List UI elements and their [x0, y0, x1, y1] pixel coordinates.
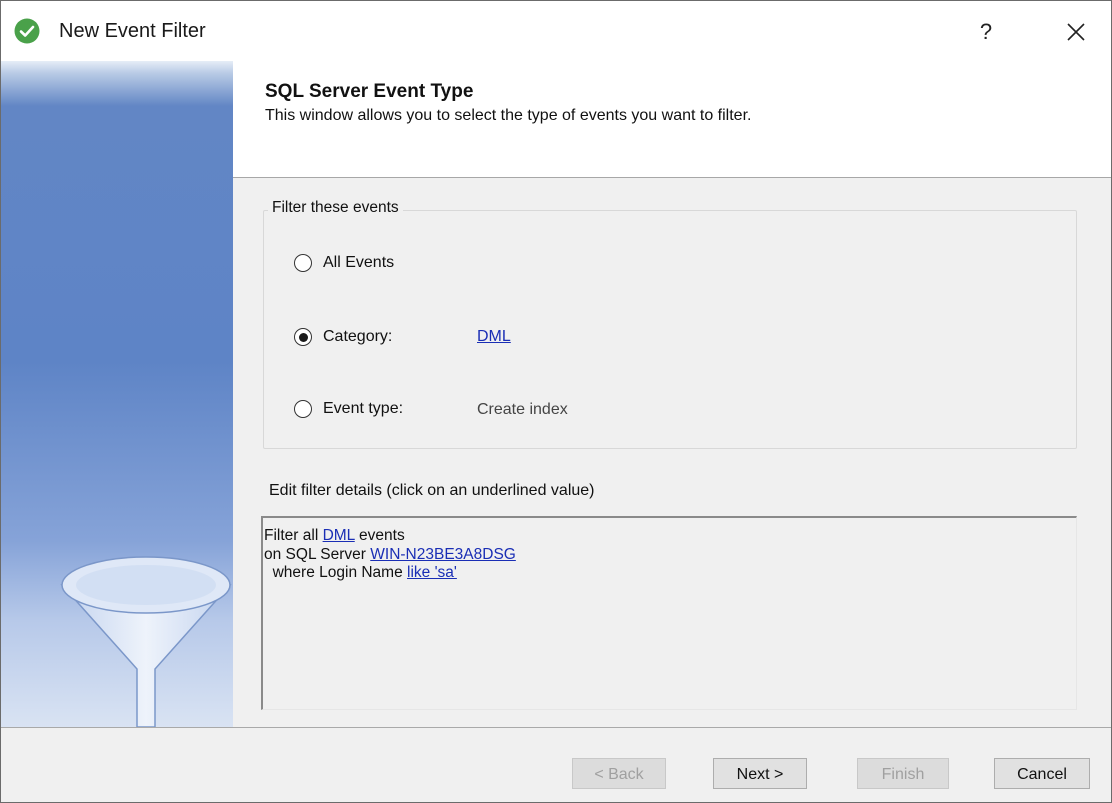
next-button[interactable]: Next >: [713, 758, 807, 789]
details-line-1: Filter all DML events: [264, 527, 1076, 546]
details-text: where Login Name: [264, 564, 408, 581]
page-title: SQL Server Event Type: [265, 81, 474, 102]
check-circle-icon: [14, 18, 40, 44]
radio-all-events[interactable]: All Events: [294, 251, 394, 275]
radio-label-all-events: All Events: [323, 254, 395, 271]
filter-details-box: Filter all DML events on SQL Server WIN-…: [261, 516, 1077, 710]
cancel-button[interactable]: Cancel: [994, 758, 1090, 789]
help-button[interactable]: ?: [969, 15, 1003, 49]
event-type-value: Create index: [477, 401, 568, 418]
radio-event-type[interactable]: Event type:: [294, 397, 403, 421]
close-icon[interactable]: [1059, 15, 1093, 49]
radio-label-event-type: Event type:: [323, 400, 404, 417]
radio-category[interactable]: Category:: [294, 325, 392, 349]
new-event-filter-dialog: New Event Filter ? SQL Server Event Type…: [0, 0, 1112, 803]
radio-button[interactable]: [294, 254, 312, 272]
login-name-link[interactable]: like 'sa': [407, 564, 457, 581]
category-value-link[interactable]: DML: [477, 328, 511, 346]
wizard-banner: [1, 61, 233, 727]
server-link[interactable]: WIN-N23BE3A8DSG: [370, 546, 516, 563]
window-title: New Event Filter: [59, 20, 206, 42]
back-button[interactable]: < Back: [572, 758, 666, 789]
radio-label-category: Category:: [323, 328, 393, 345]
title-bar: New Event Filter ?: [1, 1, 1111, 61]
finish-button[interactable]: Finish: [857, 758, 949, 789]
page-description: This window allows you to select the typ…: [265, 107, 752, 124]
details-text: Filter all: [264, 527, 323, 544]
radio-button[interactable]: [294, 328, 312, 346]
dialog-footer: < Back Next > Finish Cancel: [1, 727, 1111, 802]
funnel-icon: [60, 556, 232, 727]
content-area: Filter these events All Events Category:…: [233, 178, 1111, 727]
details-text: events: [354, 527, 405, 544]
radio-button[interactable]: [294, 400, 312, 418]
dml-link[interactable]: DML: [323, 527, 355, 544]
page-header: SQL Server Event Type This window allows…: [233, 61, 1111, 178]
filter-events-group: Filter these events All Events Category:…: [263, 199, 1077, 449]
details-label: Edit filter details (click on an underli…: [269, 482, 595, 499]
details-line-2: on SQL Server WIN-N23BE3A8DSG: [264, 546, 1076, 565]
group-legend: Filter these events: [268, 199, 403, 217]
details-line-3: where Login Name like 'sa': [264, 564, 1076, 583]
details-text: on SQL Server: [264, 545, 371, 563]
